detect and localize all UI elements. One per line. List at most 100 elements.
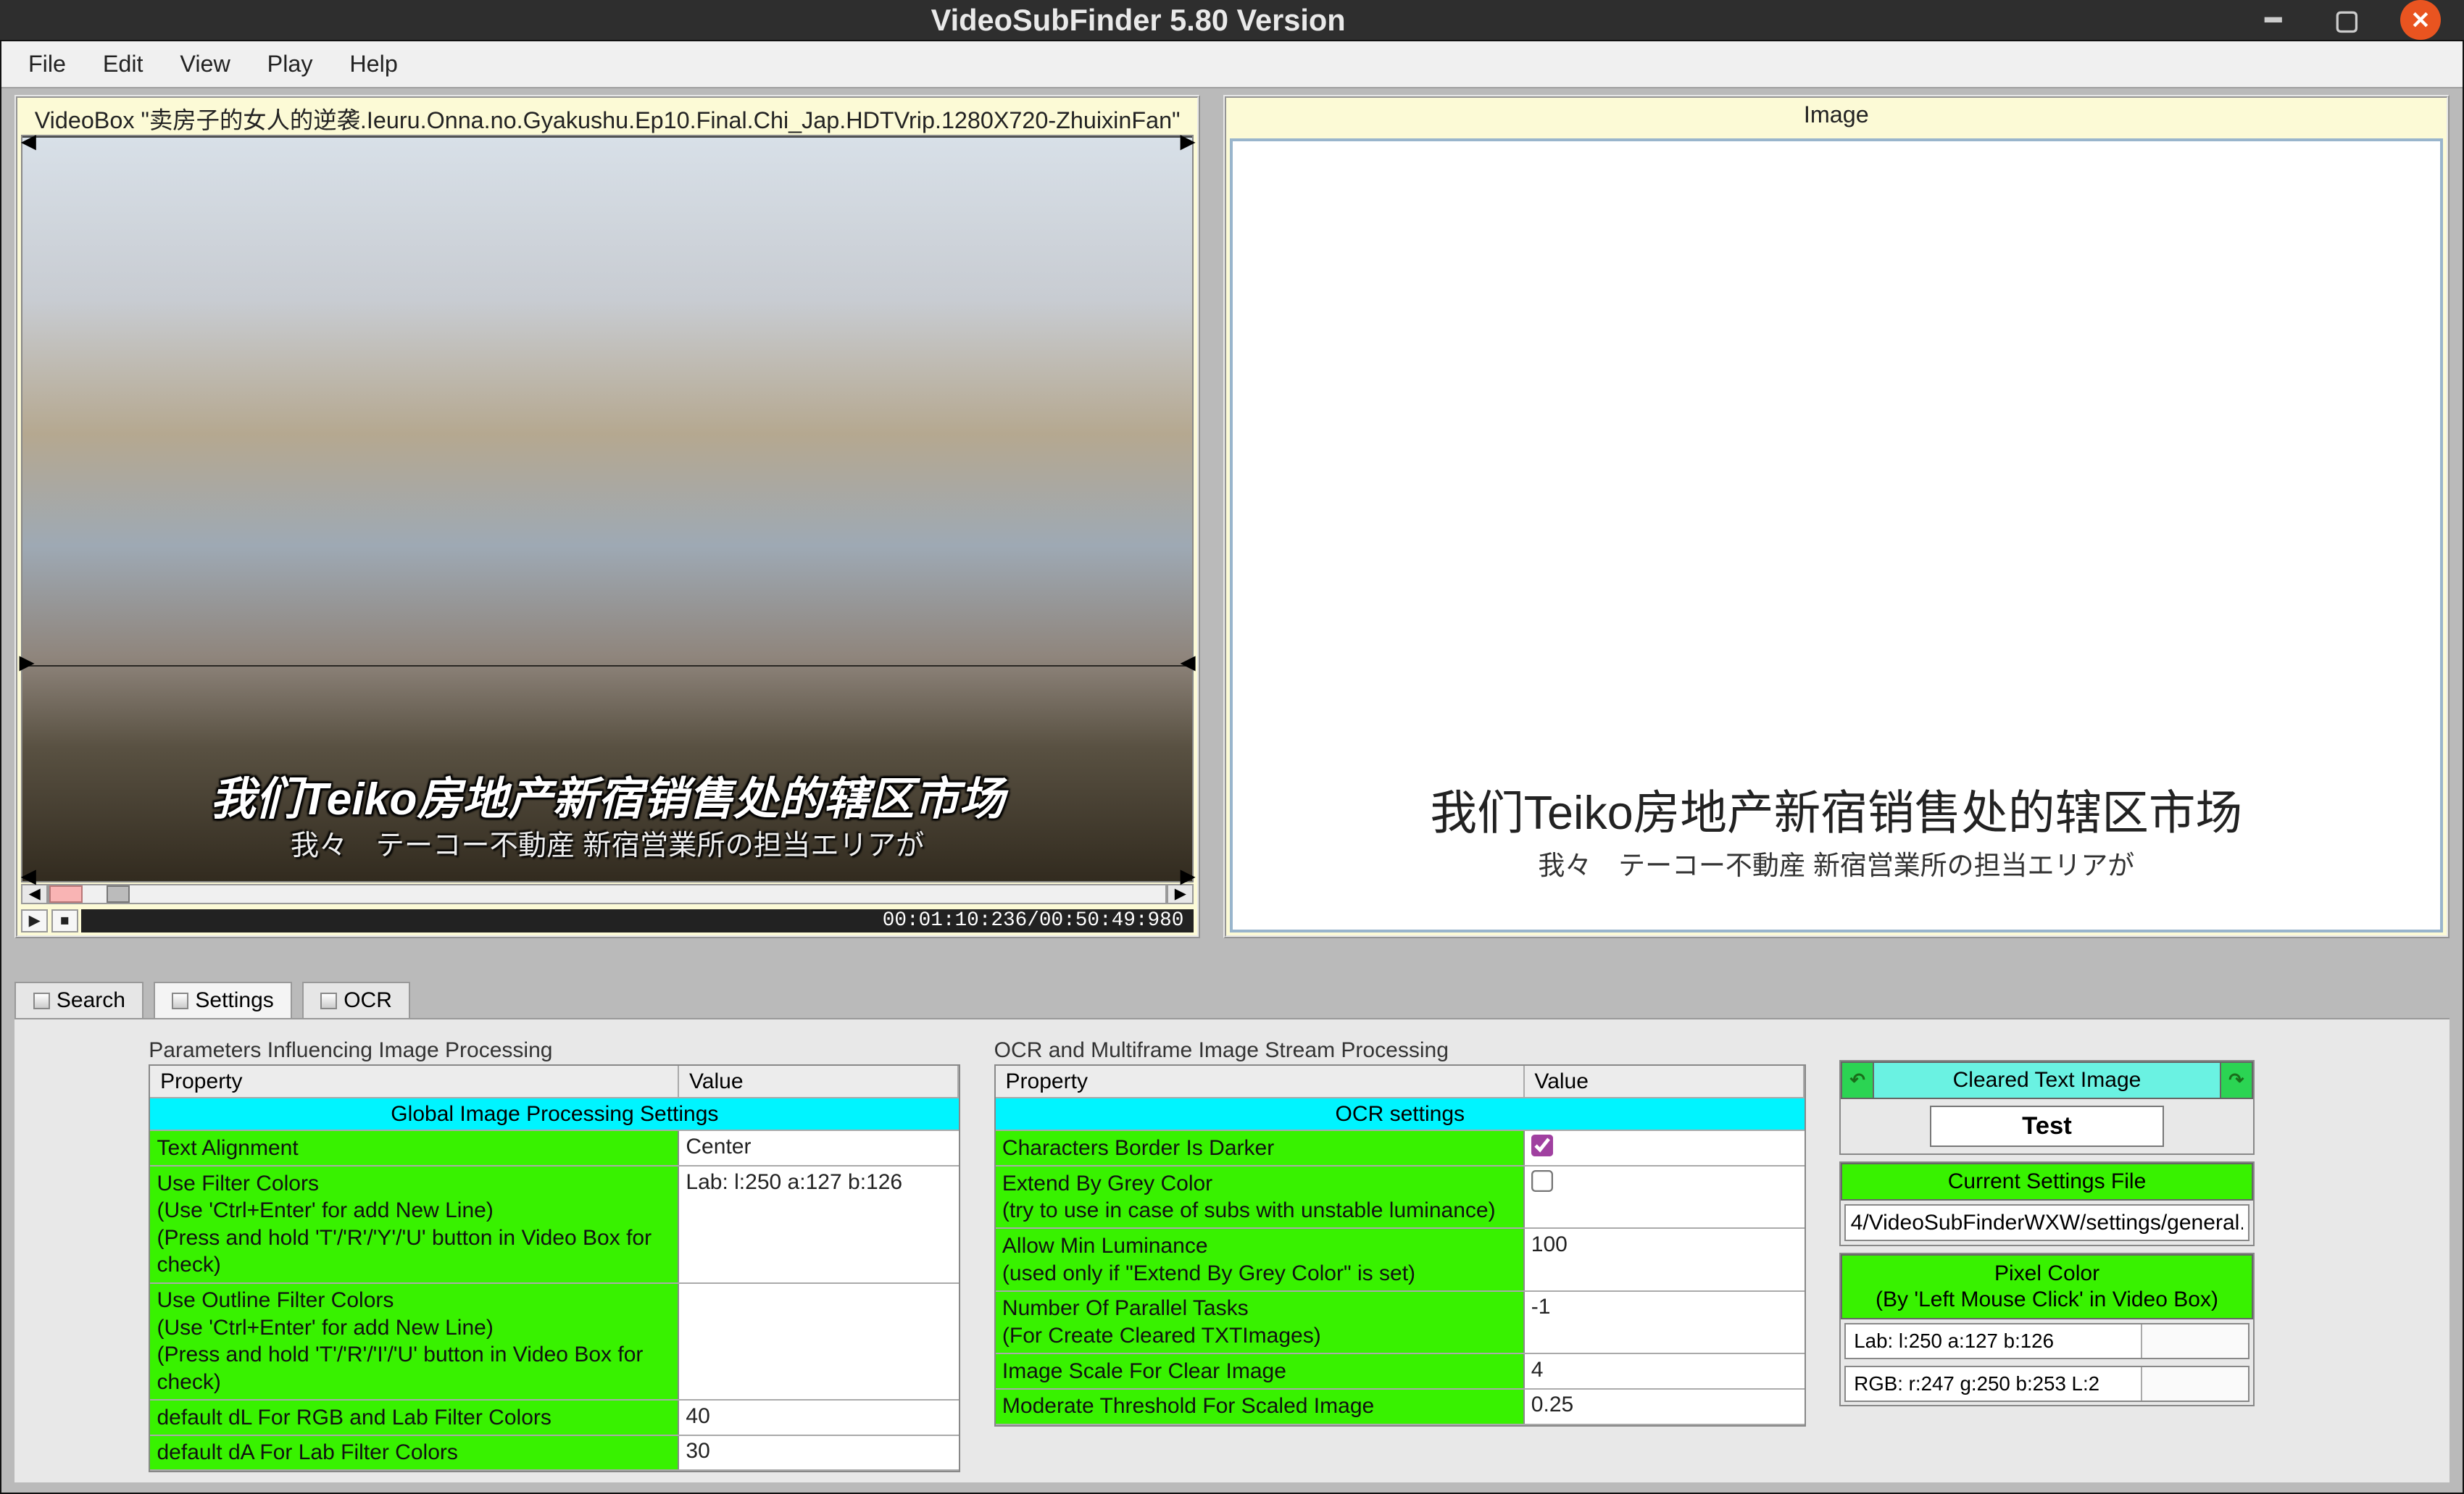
left-col-prop: Property [150,1066,679,1097]
position-slider[interactable] [48,884,1167,904]
subtitle-main: 我们Teiko房地产新宿销售处的辖区市场 [22,762,1192,827]
play-button[interactable]: ▶ [21,909,48,932]
minimize-button[interactable]: ━ [2253,0,2293,40]
menubar: File Edit View Play Help [1,41,2463,88]
pixel-color-label: Pixel Color (By 'Left Mouse Click' in Vi… [1841,1254,2253,1319]
tab-icon [320,993,337,1009]
table-row: Extend By Grey Color (try to use in case… [996,1167,1805,1229]
right-grid: Property Value OCR settings Characters B… [994,1064,1806,1427]
pixel-color-block: Pixel Color (By 'Left Mouse Click' in Vi… [1839,1253,2255,1406]
tab-settings-label: Settings [195,988,273,1013]
timecode: 00:01:10:236/00:50:49:980 [883,909,1184,932]
checkbox[interactable] [1531,1135,1554,1158]
guide-marker-br[interactable]: ▶ [1180,871,1195,881]
value-cell[interactable]: 40 [679,1401,959,1435]
value-cell[interactable]: 30 [679,1436,959,1470]
value-cell[interactable]: 100 [1525,1229,1805,1290]
pixel-color-line2: (By 'Left Mouse Click' in Video Box) [1876,1288,2218,1311]
property-cell: Use Outline Filter Colors (Use 'Ctrl+Ent… [150,1284,679,1399]
tab-ocr[interactable]: OCR [302,982,410,1018]
pixel-color-line1: Pixel Color [1994,1261,2099,1285]
table-row: default dL For RGB and Lab Filter Colors… [150,1401,959,1436]
guide-marker-mr[interactable]: ◀ [1180,657,1195,667]
guide-marker-tr[interactable]: ▶ [1180,136,1195,146]
stop-button[interactable]: ■ [51,909,78,932]
guide-top[interactable] [22,136,1192,138]
image-text-secondary: 我々 テーコー不動産 新宿営業所の担当エリアが [1233,843,2440,882]
menu-edit[interactable]: Edit [86,44,160,84]
seek-bar[interactable]: 00:01:10:236/00:50:49:980 [81,909,1194,932]
guide-marker-bl[interactable]: ◀ [21,871,36,881]
property-cell: Moderate Threshold For Scaled Image [996,1390,1525,1424]
value-cell[interactable] [1525,1131,1805,1165]
window-titlebar: VideoSubFinder 5.80 Version ━ ▢ ✕ [0,0,2464,40]
table-row: Moderate Threshold For Scaled Image0.25 [996,1390,1805,1425]
property-cell: Image Scale For Clear Image [996,1354,1525,1388]
table-row: Use Filter Colors (Use 'Ctrl+Enter' for … [150,1167,959,1283]
value-cell[interactable] [679,1284,959,1399]
tab-search[interactable]: Search [14,982,143,1018]
right-panel-title: OCR and Multiframe Image Stream Processi… [994,1036,1806,1064]
property-cell: Use Filter Colors (Use 'Ctrl+Enter' for … [150,1167,679,1282]
property-cell: Number Of Parallel Tasks (For Create Cle… [996,1292,1525,1353]
video-panel: VideoBox "卖房子的女人的逆袭.Ieuru.Onna.no.Gyakus… [14,95,1199,938]
settings-path-input[interactable] [1844,1204,2250,1242]
table-row: default dA For Lab Filter Colors30 [150,1436,959,1472]
image-area[interactable]: 我们Teiko房地产新宿销售处的辖区市场 我々 テーコー不動産 新宿営業所の担当… [1230,138,2443,932]
tab-settings[interactable]: Settings [154,982,292,1018]
settings-pane: Parameters Influencing Image Processing … [14,1018,2449,1482]
table-row: Image Scale For Clear Image4 [996,1354,1805,1390]
slider-right-button[interactable]: ▶ [1167,884,1194,904]
image-panel-header: Image [1226,98,2446,135]
value-cell[interactable]: 4 [1525,1354,1805,1388]
lab-readout: Lab: l:250 a:127 b:126 [1844,1323,2250,1359]
value-cell[interactable]: Center [679,1131,959,1165]
checkbox[interactable] [1531,1170,1554,1193]
tab-search-label: Search [57,988,125,1013]
left-panel-title: Parameters Influencing Image Processing [149,1036,960,1064]
property-cell: Extend By Grey Color (try to use in case… [996,1167,1525,1227]
rgb-readout: RGB: r:247 g:250 b:253 L:2 [1844,1366,2250,1402]
property-cell: Characters Border Is Darker [996,1131,1525,1165]
left-param-column: Parameters Influencing Image Processing … [149,1036,960,1472]
value-cell[interactable] [1525,1167,1805,1227]
value-cell[interactable]: Lab: l:250 a:127 b:126 [679,1167,959,1282]
slider-thumb[interactable] [107,885,130,903]
tabs-row: Search Settings OCR [1,979,2463,1018]
table-row: Use Outline Filter Colors (Use 'Ctrl+Ent… [150,1284,959,1401]
maximize-button[interactable]: ▢ [2327,0,2367,40]
guide-mid[interactable] [22,665,1192,667]
prev-image-button[interactable]: ↶ [1841,1061,1874,1099]
right-col-val: Value [1525,1066,1805,1097]
lab-swatch [2141,1324,2248,1358]
lab-value: Lab: l:250 a:127 b:126 [1846,1324,2142,1358]
menu-file[interactable]: File [12,44,83,84]
test-button[interactable]: Test [1930,1106,2164,1147]
rgb-value: RGB: r:247 g:250 b:253 L:2 [1846,1367,2142,1401]
menu-view[interactable]: View [163,44,247,84]
guide-marker-ml[interactable]: ▶ [19,657,34,667]
image-panel: Image 我们Teiko房地产新宿销售处的辖区市场 我々 テーコー不動産 新宿… [1223,95,2449,938]
table-row: Text AlignmentCenter [150,1131,959,1167]
left-grid: Property Value Global Image Processing S… [149,1064,960,1472]
menu-play[interactable]: Play [251,44,330,84]
video-area[interactable]: ◀ ▶ ▶ ◀ ◀ ▶ 我们Teiko房地产新宿销售处的辖区市场 我々 テーコー… [21,135,1194,882]
value-cell[interactable]: 0.25 [1525,1390,1805,1424]
slider-range-mark[interactable] [49,885,83,903]
slider-left-button[interactable]: ◀ [21,884,48,904]
right-col-prop: Property [996,1066,1525,1097]
guide-marker-tl[interactable]: ◀ [21,136,36,146]
next-image-button[interactable]: ↷ [2220,1061,2253,1099]
right-param-column: OCR and Multiframe Image Stream Processi… [994,1036,1806,1472]
window-title: VideoSubFinder 5.80 Version [23,3,2253,38]
table-row: Characters Border Is Darker [996,1131,1805,1167]
menu-help[interactable]: Help [333,44,415,84]
close-button[interactable]: ✕ [2400,0,2440,40]
tab-icon [33,993,50,1009]
left-col-val: Value [679,1066,959,1097]
tab-icon [172,993,188,1009]
position-slider-row: ◀ ▶ [17,882,1196,906]
current-settings-label: Current Settings File [1841,1163,2253,1201]
tab-ocr-label: OCR [344,988,392,1013]
value-cell[interactable]: -1 [1525,1292,1805,1353]
